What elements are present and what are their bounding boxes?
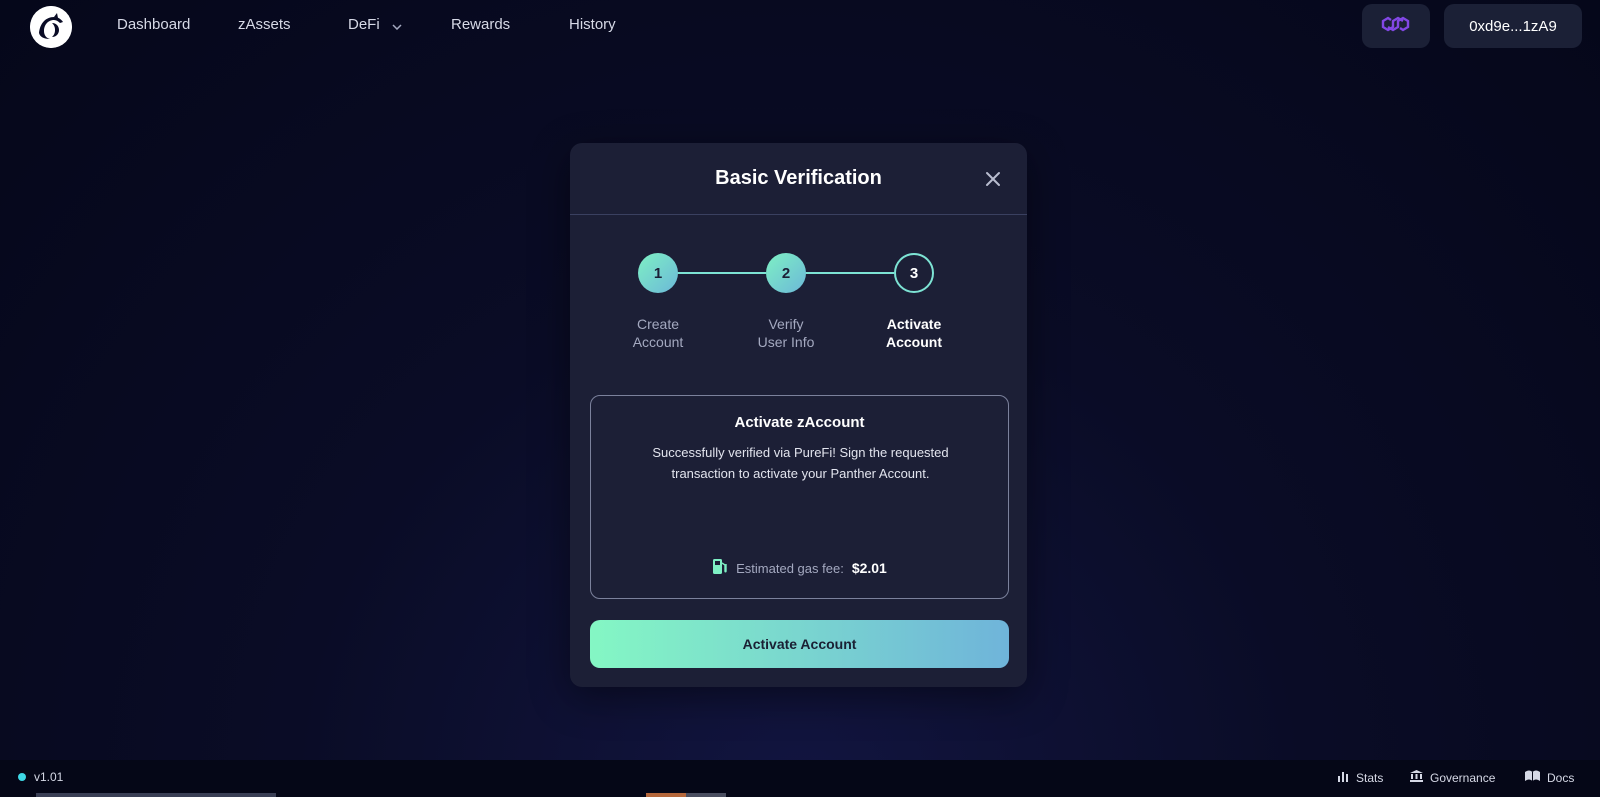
footer-link-docs[interactable]: Docs	[1525, 770, 1574, 785]
step-2-label: Verify User Info	[731, 315, 841, 351]
info-title: Activate zAccount	[734, 414, 865, 431]
top-navigation: Dashboard zAssets DeFi Rewards History 0…	[0, 0, 1600, 52]
step-number: 3	[909, 264, 919, 282]
version-label: v1.01	[34, 770, 64, 784]
step-number: 1	[653, 264, 663, 282]
status-dot-icon	[18, 773, 26, 781]
nav-item-dashboard[interactable]: Dashboard	[117, 16, 190, 33]
step-label-line: Activate	[886, 316, 942, 332]
bank-icon	[1410, 770, 1423, 785]
gas-fee-value: $2.01	[851, 560, 887, 576]
nav-item-label: DeFi	[348, 16, 380, 33]
step-2-indicator: 2	[766, 253, 806, 293]
step-3-label: Activate Account	[859, 315, 969, 351]
modal-header: Basic Verification	[570, 143, 1027, 215]
nav-item-label: Dashboard	[117, 16, 191, 33]
footer-bar: v1.01 Stats Governance Docs	[0, 760, 1600, 797]
gas-fee-label: Estimated gas fee:	[736, 560, 844, 576]
wallet-address-button[interactable]: 0xd9e...1zA9	[1444, 4, 1582, 48]
nav-item-defi[interactable]: DeFi	[348, 16, 402, 34]
modal-title: Basic Verification	[715, 167, 882, 189]
browser-strip	[646, 793, 686, 797]
book-icon	[1525, 770, 1540, 785]
activate-account-button[interactable]: Activate Account	[590, 620, 1009, 668]
browser-strip	[686, 793, 726, 797]
footer-link-label: Stats	[1356, 770, 1384, 785]
panther-logo-icon[interactable]	[30, 6, 72, 48]
network-selector-button[interactable]	[1362, 4, 1430, 48]
nav-item-label: History	[569, 16, 616, 33]
browser-strip	[36, 793, 276, 797]
gas-pump-icon	[712, 558, 728, 578]
activate-info-card: Activate zAccount Successfully verified …	[590, 395, 1009, 599]
nav-item-label: zAssets	[238, 16, 291, 33]
gas-fee-row: Estimated gas fee: $2.01	[591, 558, 1008, 578]
version-indicator: v1.01	[18, 770, 63, 784]
step-label-line: Account	[886, 334, 942, 350]
footer-link-label: Docs	[1547, 770, 1575, 785]
polygon-icon	[1381, 11, 1411, 42]
step-number: 2	[781, 264, 791, 282]
chevron-down-icon	[392, 17, 402, 34]
basic-verification-modal: Basic Verification 1 2 3 Create Account …	[570, 143, 1027, 687]
step-3-indicator: 3	[894, 253, 934, 293]
footer-link-label: Governance	[1430, 770, 1496, 785]
wallet-address: 0xd9e...1zA9	[1469, 17, 1557, 35]
footer-link-stats[interactable]: Stats	[1337, 770, 1383, 785]
bar-chart-icon	[1337, 770, 1349, 785]
nav-item-label: Rewards	[451, 16, 511, 33]
button-label: Activate Account	[742, 636, 857, 652]
nav-item-history[interactable]: History	[569, 16, 616, 33]
nav-item-zassets[interactable]: zAssets	[238, 16, 291, 33]
step-label-line: Create	[636, 316, 680, 332]
step-1-label: Create Account	[603, 315, 713, 351]
close-icon[interactable]	[983, 169, 1003, 189]
info-text: Successfully verified via PureFi! Sign t…	[652, 445, 949, 481]
footer-link-governance[interactable]: Governance	[1410, 770, 1495, 785]
step-label-line: User Info	[757, 334, 815, 350]
step-label-line: Verify	[768, 316, 804, 332]
step-connector	[676, 272, 766, 274]
step-1-indicator: 1	[638, 253, 678, 293]
step-connector	[804, 272, 894, 274]
nav-item-rewards[interactable]: Rewards	[451, 16, 510, 33]
verification-stepper: 1 2 3 Create Account Verify User Info Ac…	[570, 215, 1027, 350]
step-label-line: Account	[632, 334, 684, 350]
